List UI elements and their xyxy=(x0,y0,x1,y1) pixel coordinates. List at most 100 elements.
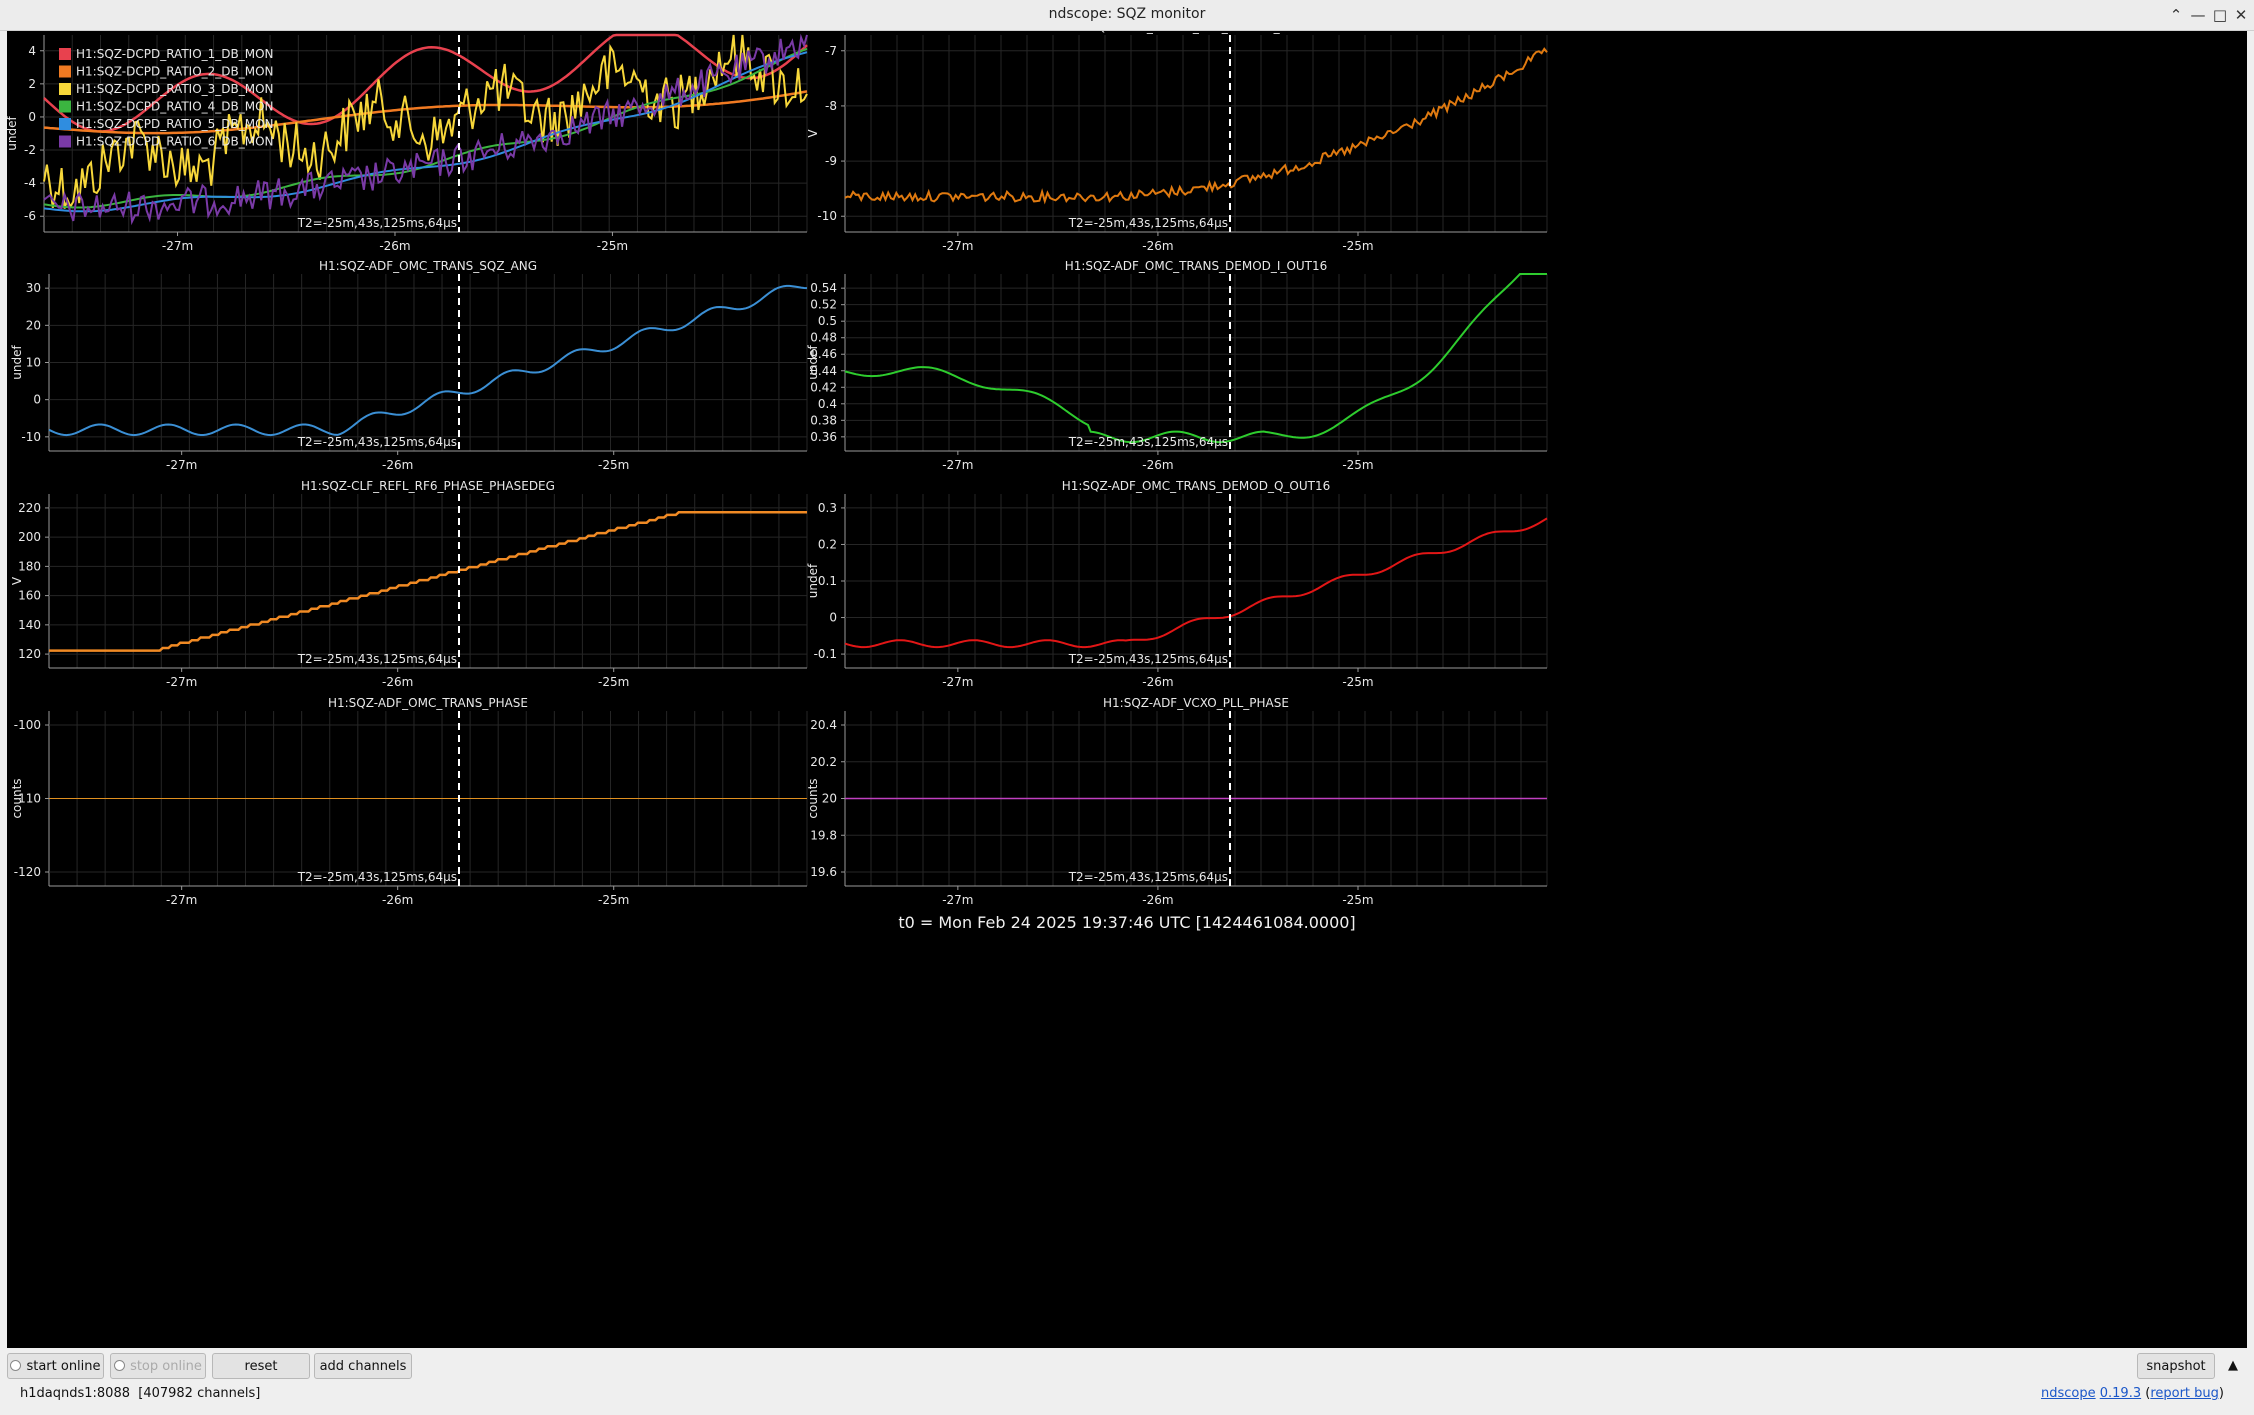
y-tick-label: 20.4 xyxy=(810,718,837,732)
ndscope-link[interactable]: ndscope xyxy=(2041,1386,2096,1401)
reset-button[interactable]: reset xyxy=(212,1353,310,1379)
radio-icon xyxy=(114,1360,126,1371)
x-tick-label: -25m xyxy=(1342,675,1373,689)
cursor-label: T2=-25m,43s,125ms,64μs xyxy=(297,216,457,230)
y-axis-label: counts xyxy=(10,778,24,818)
x-tick-label: -25m xyxy=(1342,458,1373,472)
cursor-label: T2=-25m,43s,125ms,64μs xyxy=(1068,870,1228,884)
version-link[interactable]: 0.19.3 xyxy=(2100,1386,2141,1401)
y-tick-label: 20.2 xyxy=(810,755,837,769)
plot-title: H1:SQZ-OMC_TRANS_RF3_DEMOD_RFMON xyxy=(1068,31,1323,34)
add-channels-button[interactable]: add channels xyxy=(314,1353,412,1379)
y-tick-label: 0 xyxy=(33,393,41,407)
y-tick-label: 0.42 xyxy=(810,380,837,394)
version-info: ndscope 0.19.3 (report bug) xyxy=(2040,1386,2224,1401)
y-tick-label: -7 xyxy=(825,44,837,58)
y-tick-label: 20 xyxy=(822,792,837,806)
legend-label: H1:SQZ-DCPD_RATIO_1_DB_MON xyxy=(76,47,274,61)
y-tick-label: 160 xyxy=(18,589,41,603)
x-tick-label: -26m xyxy=(382,458,413,472)
y-tick-label: 0.3 xyxy=(818,501,837,515)
y-tick-label: -0.1 xyxy=(814,647,837,661)
x-tick-label: -27m xyxy=(942,458,973,472)
x-tick-label: -25m xyxy=(597,239,628,253)
y-tick-label: 19.6 xyxy=(810,865,837,879)
channel-count: [407982 channels] xyxy=(138,1386,261,1401)
y-tick-label: -2 xyxy=(24,143,36,157)
t0-label: t0 = Mon Feb 24 2025 19:37:46 UTC [14244… xyxy=(898,913,1355,932)
x-tick-label: -26m xyxy=(1142,675,1173,689)
legend-swatch xyxy=(59,118,71,130)
stop-online-button[interactable]: stop online xyxy=(110,1353,206,1379)
start-online-button[interactable]: start online xyxy=(7,1353,104,1379)
x-tick-label: -25m xyxy=(598,458,629,472)
legend-label: H1:SQZ-DCPD_RATIO_6_DB_MON xyxy=(76,135,274,149)
stop-online-label: stop online xyxy=(130,1359,202,1374)
y-tick-label: -120 xyxy=(14,865,41,879)
y-axis-label: V xyxy=(10,576,24,585)
snapshot-button[interactable]: snapshot xyxy=(2137,1353,2215,1379)
y-tick-label: 0.36 xyxy=(810,430,837,444)
legend-label: H1:SQZ-DCPD_RATIO_5_DB_MON xyxy=(76,117,274,131)
plot-title: H1:SQZ-ADF_OMC_TRANS_DEMOD_Q_OUT16 xyxy=(1062,479,1331,493)
expand-up-icon[interactable]: ▲ xyxy=(2220,1353,2246,1379)
y-tick-label: 19.8 xyxy=(810,828,837,842)
x-tick-label: -26m xyxy=(379,239,410,253)
y-axis-label: undef xyxy=(7,116,19,151)
legend-label: H1:SQZ-DCPD_RATIO_2_DB_MON xyxy=(76,65,274,79)
x-tick-label: -26m xyxy=(382,893,413,907)
x-tick-label: -27m xyxy=(162,239,193,253)
plot-title: H1:SQZ-ADF_OMC_TRANS_DEMOD_I_OUT16 xyxy=(1065,259,1328,273)
y-tick-label: -10 xyxy=(21,430,41,444)
plots-canvas[interactable]: 420-2-4-6undef-27m -26m -25mH1:SQZ-DCPD_RA… xyxy=(5,20,2247,1348)
minimize-icon[interactable]: ⌃ xyxy=(2166,5,2186,25)
trace-demod-q xyxy=(844,517,1548,649)
start-online-label: start online xyxy=(26,1359,101,1374)
y-tick-label: -8 xyxy=(825,99,837,113)
server-address: h1daqnds1:8088 xyxy=(20,1386,130,1401)
y-tick-label: 0.52 xyxy=(810,298,837,312)
legend-label: H1:SQZ-DCPD_RATIO_4_DB_MON xyxy=(76,100,274,114)
restore-icon[interactable]: — xyxy=(2188,5,2208,25)
x-tick-label: -25m xyxy=(1342,239,1373,253)
plot-title: H1:SQZ-ADF_OMC_TRANS_PHASE xyxy=(328,696,528,710)
window-titlebar: ndscope: SQZ monitor ⌃ — □ ✕ xyxy=(0,0,2254,31)
plot-area[interactable]: 4 2 0 -2 -4 -6 undef -27m -26m -25m H1:SQZ-DCPD_RA… xyxy=(5,20,2247,1348)
y-tick-label: 140 xyxy=(18,618,41,632)
plot-title: H1:SQZ-CLF_REFL_RF6_PHASE_PHASEDEG xyxy=(301,479,555,493)
x-tick-label: -27m xyxy=(942,239,973,253)
y-axis-label: undef xyxy=(10,345,24,380)
y-axis-label: undef xyxy=(806,345,820,380)
maximize-icon[interactable]: □ xyxy=(2210,5,2230,25)
cursor-label: T2=-25m,43s,125ms,64μs xyxy=(1068,216,1228,230)
report-bug-link[interactable]: report bug xyxy=(2150,1386,2219,1401)
y-tick-label: -100 xyxy=(14,718,41,732)
y-tick-label: 0 xyxy=(829,611,837,625)
legend-swatch xyxy=(59,100,71,113)
y-tick-label: 180 xyxy=(18,559,41,573)
y-tick-label: 20 xyxy=(26,318,41,332)
trace-rfmon xyxy=(844,47,1548,205)
radio-icon xyxy=(10,1360,22,1371)
x-tick-label: -27m xyxy=(942,675,973,689)
cursor-label: T2=-25m,43s,125ms,64μs xyxy=(297,870,457,884)
y-tick-label: 10 xyxy=(26,356,41,370)
x-tick-label: -26m xyxy=(1142,239,1173,253)
legend-swatch xyxy=(59,135,71,148)
y-tick-label: 2 xyxy=(28,77,36,91)
y-tick-label: 200 xyxy=(18,530,41,544)
x-tick-label: -27m xyxy=(166,675,197,689)
x-tick-label: -26m xyxy=(1142,893,1173,907)
trace-sqz-ang xyxy=(48,284,808,437)
cursor-label: T2=-25m,43s,125ms,64μs xyxy=(297,652,457,666)
close-icon[interactable]: ✕ xyxy=(2231,5,2251,25)
x-tick-label: -27m xyxy=(166,458,197,472)
y-tick-label: -10 xyxy=(817,209,837,223)
x-tick-label: -25m xyxy=(598,675,629,689)
legend-label: H1:SQZ-DCPD_RATIO_3_DB_MON xyxy=(76,82,274,96)
cursor-label: T2=-25m,43s,125ms,64μs xyxy=(297,435,457,449)
legend-swatch xyxy=(59,65,71,78)
y-tick-label: -4 xyxy=(24,176,36,190)
y-axis-label: V xyxy=(806,129,820,138)
window-title: ndscope: SQZ monitor xyxy=(1048,6,1206,22)
